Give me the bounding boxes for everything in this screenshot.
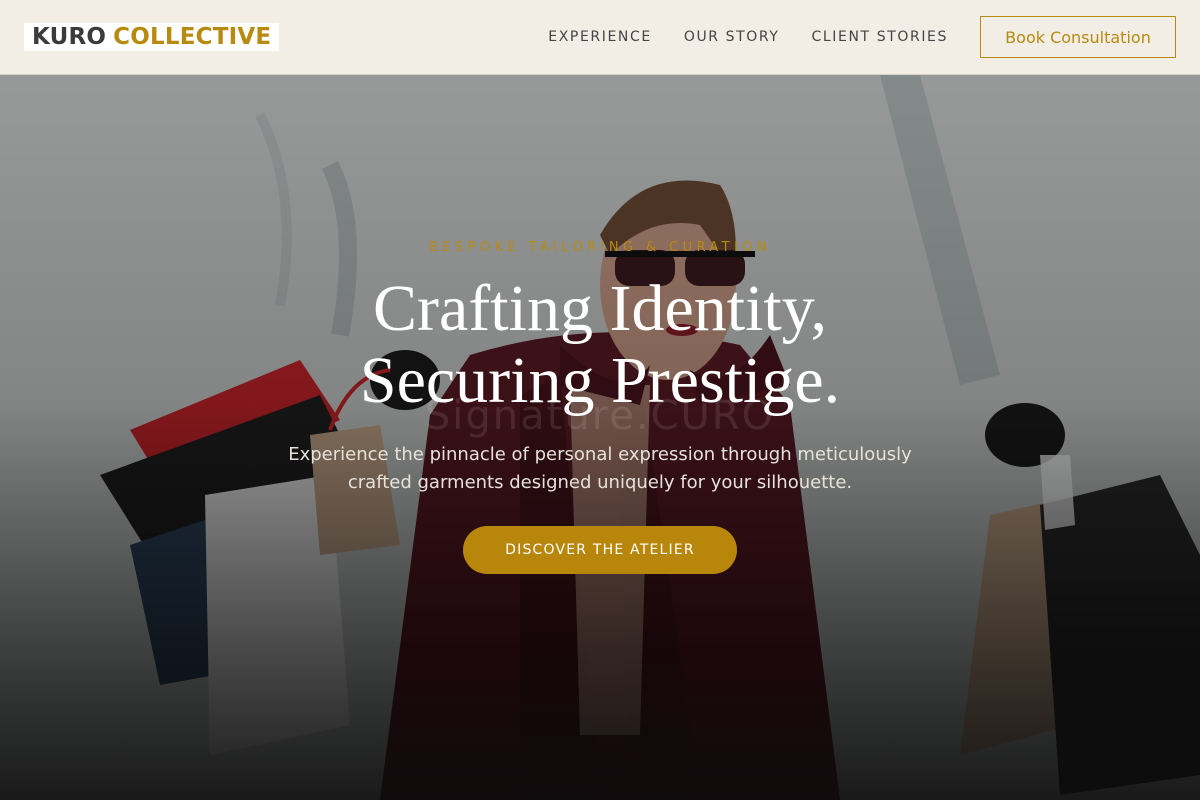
nav-link-client-stories[interactable]: CLIENT STORIES [812, 29, 948, 45]
hero-subtext-line1: Experience the pinnacle of personal expr… [288, 444, 912, 465]
brand-name-part1: KURO [32, 24, 107, 50]
nav-link-our-story[interactable]: OUR STORY [684, 29, 780, 45]
brand-logo[interactable]: KURO COLLECTIVE [24, 23, 280, 51]
hero-headline-line1: Crafting Identity, [373, 272, 827, 345]
main-nav: EXPERIENCE OUR STORY CLIENT STORIES Book… [548, 16, 1176, 58]
hero-subtext-line2: crafted garments designed uniquely for y… [347, 472, 853, 493]
discover-atelier-button[interactable]: DISCOVER THE ATELIER [463, 526, 737, 574]
brand-name-part2: COLLECTIVE [113, 24, 272, 50]
hero-headline-line2: Securing Prestige. [359, 344, 841, 417]
hero-eyebrow: BESPOKE TAILORING & CURATION [429, 240, 771, 255]
book-consultation-button[interactable]: Book Consultation [980, 16, 1176, 58]
hero-headline: Crafting Identity, Securing Prestige. [0, 273, 1200, 417]
hero-subtext: Experience the pinnacle of personal expr… [280, 441, 920, 497]
site-header: KURO COLLECTIVE EXPERIENCE OUR STORY CLI… [0, 0, 1200, 75]
nav-link-experience[interactable]: EXPERIENCE [548, 29, 652, 45]
hero-section: Signature.CURO BESPOKE TAILORING & CURAT… [0, 75, 1200, 800]
